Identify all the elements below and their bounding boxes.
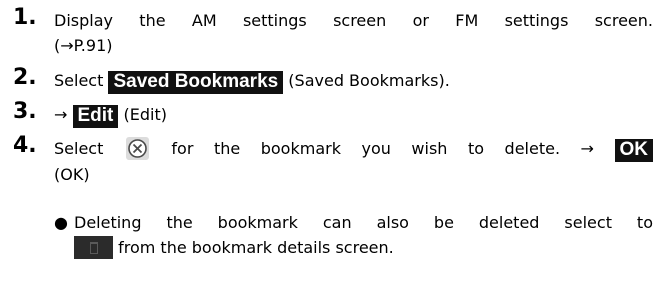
step-text: Select for the bookmark you wish to dele…	[54, 136, 653, 187]
step-4-middle: for the bookmark you wish to delete. →	[171, 139, 594, 158]
note-line-1: ● Deleting the bookmark can also be dele…	[54, 210, 653, 235]
step-2-prefix: Select	[54, 71, 104, 90]
circle-x-icon	[125, 137, 149, 160]
ok-button: OK	[614, 139, 653, 162]
note-line-2: from the bookmark details screen.	[54, 235, 653, 260]
step-4-prefix: Select	[54, 139, 104, 158]
trash-icon	[74, 236, 113, 259]
step-4-line-2: (OK)	[54, 165, 90, 184]
step-2-suffix: (Saved Bookmarks).	[288, 71, 450, 90]
step-number: 1.	[13, 5, 37, 30]
step-4-line-1: Select for the bookmark you wish to dele…	[54, 136, 653, 162]
step-1-page-reference: (→P.91)	[54, 36, 113, 55]
note-text-2: from the bookmark details screen.	[118, 238, 394, 257]
note: ● Deleting the bookmark can also be dele…	[54, 210, 653, 260]
step-text: Display the AM settings screen or FM set…	[54, 8, 653, 58]
step-number: 2.	[13, 65, 37, 90]
step-text: → Edit (Edit)	[54, 102, 653, 128]
step-number: 4.	[13, 133, 37, 158]
edit-button: Edit	[72, 105, 119, 128]
bullet-dot: ●	[54, 213, 68, 232]
arrow-symbol: →	[54, 105, 68, 124]
note-text-1: Deleting the bookmark can also be delete…	[74, 213, 653, 232]
step-number: 3.	[13, 99, 37, 124]
step-3-suffix: (Edit)	[123, 105, 167, 124]
step-text: Select Saved Bookmarks (Saved Bookmarks)…	[54, 68, 653, 94]
saved-bookmarks-button: Saved Bookmarks	[108, 71, 284, 94]
step-1-line-1: Display the AM settings screen or FM set…	[54, 11, 653, 30]
